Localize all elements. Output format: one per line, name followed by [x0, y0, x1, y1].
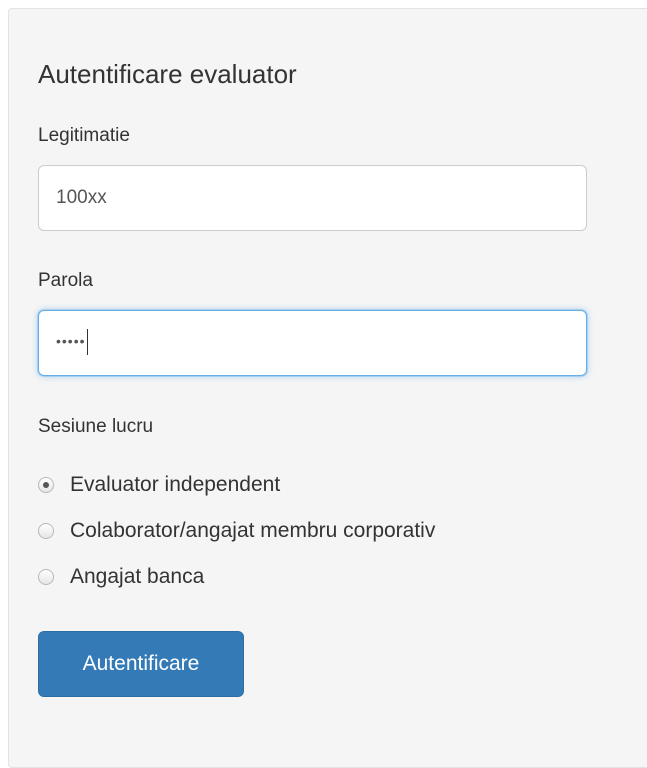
radio-dot-icon [43, 482, 49, 488]
radio-option-evaluator-independent[interactable]: Evaluator independent [38, 470, 280, 500]
radio-option-colaborator[interactable]: Colaborator/angajat membru corporativ [38, 516, 435, 546]
radio-label: Colaborator/angajat membru corporativ [70, 519, 436, 542]
radio-button-selected[interactable] [38, 477, 54, 493]
text-caret [86, 329, 88, 355]
radio-option-angajat-banca[interactable]: Angajat banca [38, 562, 204, 592]
radio-button[interactable] [38, 569, 54, 585]
parola-input[interactable]: ••••• [38, 310, 587, 376]
radio-button[interactable] [38, 523, 54, 539]
legitimatie-value: 100xx [56, 187, 107, 208]
legitimatie-label: Legitimatie [38, 125, 130, 146]
form-title: Autentificare evaluator [38, 59, 297, 89]
legitimatie-input[interactable]: 100xx [38, 165, 587, 231]
parola-label: Parola [38, 270, 93, 291]
radio-label: Angajat banca [70, 565, 205, 588]
autentificare-button[interactable]: Autentificare [38, 631, 244, 697]
parola-masked-value: ••••• [56, 333, 86, 349]
radio-label: Evaluator independent [70, 473, 281, 496]
sesiune-label: Sesiune lucru [38, 416, 154, 437]
